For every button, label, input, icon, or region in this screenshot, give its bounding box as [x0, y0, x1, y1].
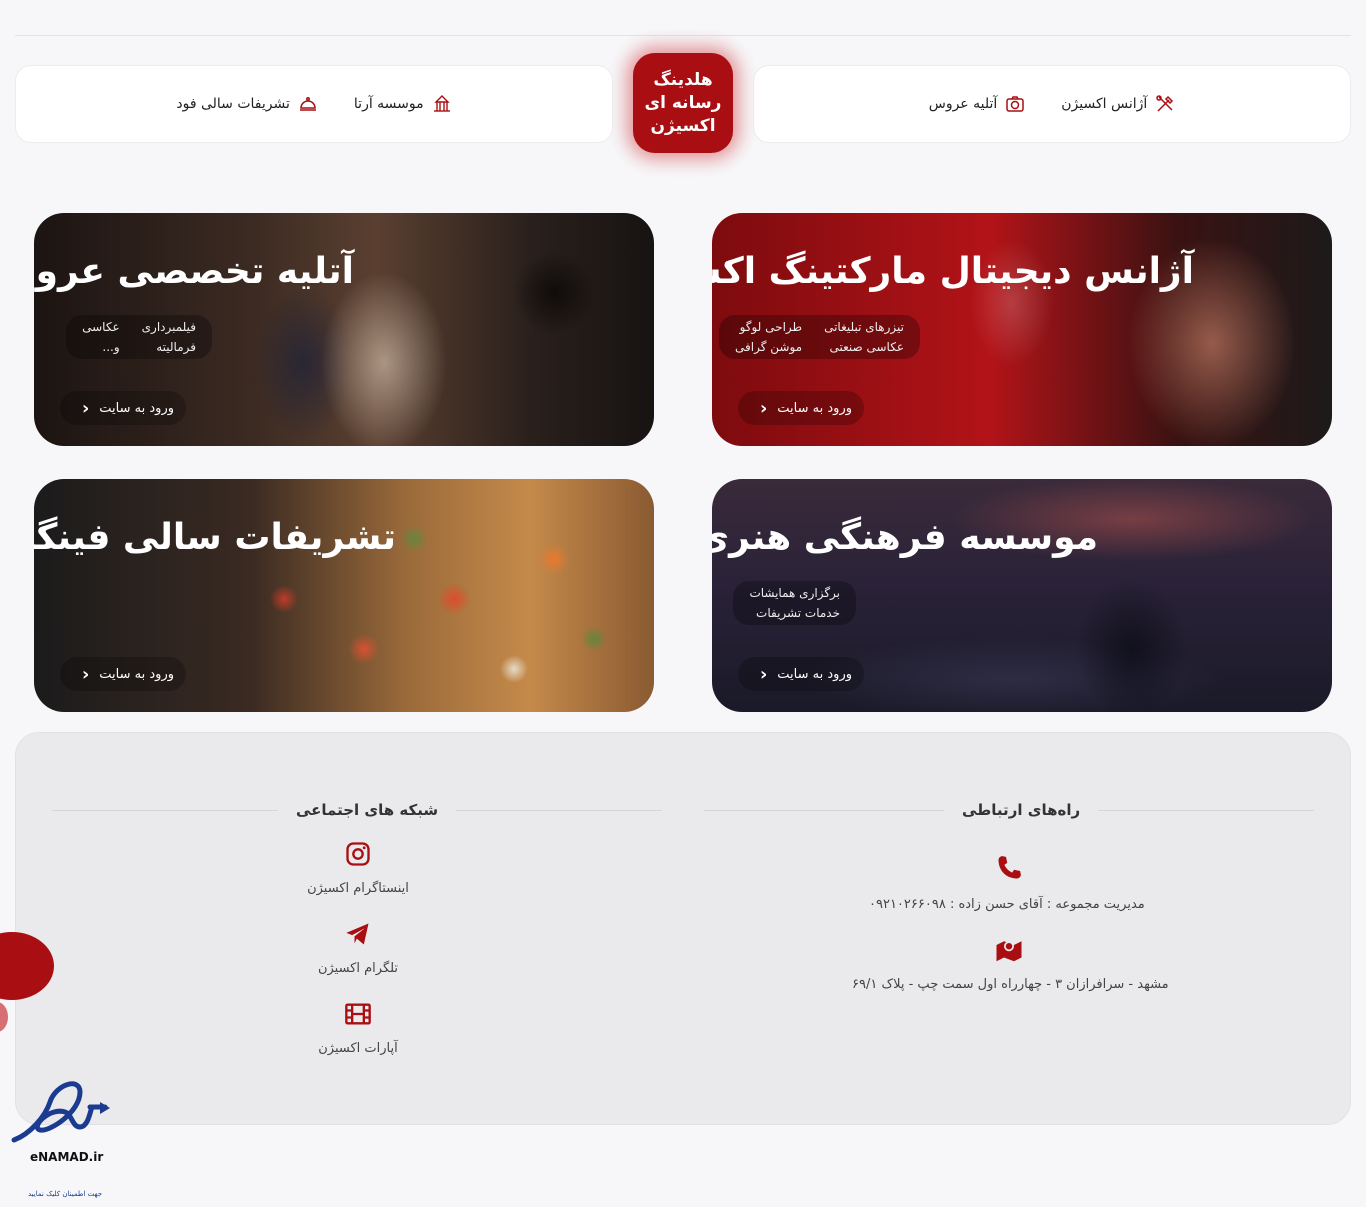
card-agency-title: آژانس دیجیتال مارکتینگ اکسیژن — [712, 251, 1195, 292]
enter-label: ورود به سایت — [777, 666, 852, 682]
nav-item-arta-label: موسسه آرتا — [353, 96, 424, 112]
telegram-link[interactable]: تلگرام اکسیژن — [258, 961, 458, 976]
phone-icon[interactable] — [994, 853, 1024, 883]
social-title: شبکه های اجتماعی — [278, 801, 457, 819]
logo-line-2: رسانه ای — [644, 92, 722, 113]
tag: برگزاری همایشات — [749, 586, 840, 600]
card-atelier-enter-button[interactable]: ورود به سایت › — [59, 391, 186, 425]
logo-line-3: اکسیژن — [650, 115, 716, 136]
address: مشهد - سرافرازان ۳ - چهارراه اول سمت چپ … — [852, 977, 1169, 992]
holding-logo[interactable]: هلدینگ رسانه ای اکسیژن — [633, 53, 733, 153]
card-food[interactable]: تشریفات سالی فینگرفود ورود به سایت › — [34, 479, 654, 712]
chevron-left-icon: › — [759, 397, 768, 419]
card-food-enter-button[interactable]: ورود به سایت › — [59, 657, 186, 691]
enamad-badge[interactable]: eNAMAD.ir جهت اطمینان کلیک نمایید — [10, 1072, 120, 1202]
manager-contact[interactable]: مدیریت مجموعه : آقای حسن زاده : ۰۹۲۱۰۲۶۶… — [869, 897, 1145, 912]
enamad-logo-icon — [11, 1081, 110, 1143]
card-atelier-title: آتلیه تخصصی عروس — [34, 251, 355, 292]
card-arta-tags: برگزاری همایشات خدمات تشریفات — [733, 581, 856, 625]
footer: راه‌های ارتباطی مدیریت مجموعه : آقای حسن… — [15, 732, 1351, 1125]
card-arta[interactable]: موسسه فرهنگی هنری آرتا برگزاری همایشات خ… — [712, 479, 1332, 712]
card-atelier[interactable]: آتلیه تخصصی عروس فیلمبرداری عکاسی فرمالی… — [34, 213, 654, 446]
nav-right-box: آژانس اکسیژن آتلیه عروس — [753, 65, 1351, 143]
tools-icon — [1156, 95, 1174, 112]
card-agency-tags: تیزرهای تبلیغاتی طراحی لوگو عکاسی صنعتی … — [719, 315, 920, 359]
chevron-left-icon: › — [81, 663, 90, 685]
card-agency-enter-button[interactable]: ورود به سایت › — [737, 391, 864, 425]
aparat-film-icon[interactable] — [344, 1000, 372, 1028]
chevron-left-icon: › — [759, 663, 768, 685]
card-arta-title: موسسه فرهنگی هنری آرتا — [712, 517, 1099, 558]
nav-item-agency-label: آژانس اکسیژن — [1061, 96, 1148, 112]
nav-left-box: موسسه آرتا تشریفات سالی فود — [15, 65, 613, 143]
telegram-icon[interactable] — [344, 920, 372, 948]
tag: موشن گرافی — [735, 340, 803, 354]
tag: طراحی لوگو — [739, 320, 803, 334]
theater-icon — [433, 95, 450, 112]
aparat-link[interactable]: آپارات اکسیژن — [258, 1041, 458, 1056]
tag: تیزرهای تبلیغاتی — [824, 320, 904, 334]
instagram-icon[interactable] — [344, 840, 372, 868]
nav-item-atelier-label: آتلیه عروس — [928, 96, 998, 112]
card-arta-enter-button[interactable]: ورود به سایت › — [737, 657, 864, 691]
enter-label: ورود به سایت — [99, 400, 174, 416]
nav-item-food-label: تشریفات سالی فود — [176, 96, 290, 112]
enter-label: ورود به سایت — [777, 400, 852, 416]
map-location-icon — [996, 941, 1022, 962]
card-atelier-tags: فیلمبرداری عکاسی فرمالیته و... — [66, 315, 212, 359]
nav-item-atelier[interactable]: آتلیه عروس — [929, 94, 1026, 114]
tag: فرمالیته — [156, 340, 196, 354]
tag: خدمات تشریفات — [756, 606, 840, 620]
card-food-title: تشریفات سالی فینگرفود — [34, 517, 397, 558]
decorative-red-blob-small — [0, 1002, 8, 1032]
enamad-brand: eNAMAD.ir — [30, 1150, 104, 1164]
logo-line-1: هلدینگ — [653, 69, 713, 90]
tag: عکاسی — [82, 320, 120, 334]
camera-icon — [1006, 96, 1025, 112]
tag: و... — [102, 340, 120, 354]
enter-label: ورود به سایت — [99, 666, 174, 682]
top-divider — [15, 35, 1351, 36]
nav-item-agency[interactable]: آژانس اکسیژن — [1061, 94, 1175, 114]
nav-item-arta[interactable]: موسسه آرتا — [354, 94, 452, 114]
nav-item-food[interactable]: تشریفات سالی فود — [176, 94, 318, 114]
card-agency[interactable]: آژانس دیجیتال مارکتینگ اکسیژن تیزرهای تب… — [712, 213, 1332, 446]
instagram-link[interactable]: اینستاگرام اکسیژن — [258, 881, 458, 896]
food-tray-icon — [299, 97, 316, 111]
chevron-left-icon: › — [81, 397, 90, 419]
tag: فیلمبرداری — [141, 320, 196, 334]
contact-title: راه‌های ارتباطی — [944, 801, 1099, 819]
enamad-caption: جهت اطمینان کلیک نمایید — [28, 1190, 103, 1198]
tag: عکاسی صنعتی — [829, 340, 904, 354]
